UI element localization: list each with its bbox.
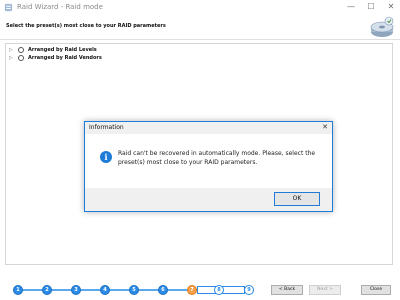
disk-logo-icon [370, 16, 394, 37]
dialog-close-button[interactable]: ✕ [320, 123, 330, 132]
dialog-message: Raid can't be recovered in automatically… [118, 150, 316, 166]
info-icon: i [100, 151, 112, 163]
step-1: 1 [13, 285, 23, 295]
dialog-body: i Raid can't be recovered in automatical… [85, 134, 332, 188]
raid-wizard-window: Raid Wizard - Raid mode — ☐ ✕ Select the… [0, 0, 400, 300]
step-3: 3 [71, 285, 81, 295]
step-9: 9 [244, 285, 254, 295]
expand-arrow-icon[interactable]: ▷ [9, 55, 13, 61]
step-2: 2 [42, 285, 52, 295]
close-window-button[interactable]: ✕ [383, 0, 399, 14]
minimize-button[interactable]: — [343, 0, 359, 14]
maximize-button[interactable]: ☐ [363, 0, 379, 14]
step-5: 5 [129, 285, 139, 295]
window-title: Raid Wizard - Raid mode [17, 3, 103, 11]
radio-button[interactable] [18, 55, 24, 61]
tree-item-raid-vendors[interactable]: ▷ Arranged by Raid Vendors [9, 54, 209, 62]
dialog-title: Information [89, 124, 124, 131]
next-button[interactable]: Next > [309, 285, 341, 295]
tree-item-label: Arranged by Raid Levels [28, 47, 97, 53]
page-instruction: Select the preset(s) most close to your … [6, 23, 166, 29]
expand-arrow-icon[interactable]: ▷ [9, 47, 13, 53]
step-7-current: 7 [187, 285, 197, 295]
ok-button[interactable]: OK [274, 192, 320, 206]
step-8: 8 [214, 285, 224, 295]
title-bar: Raid Wizard - Raid mode — ☐ ✕ [0, 0, 400, 14]
back-button[interactable]: < Back [271, 285, 303, 295]
step-4: 4 [100, 285, 110, 295]
app-icon [4, 3, 13, 12]
tree-item-raid-levels[interactable]: ▷ Arranged by Raid Levels [9, 46, 209, 54]
information-dialog: Information ✕ i Raid can't be recovered … [84, 121, 333, 212]
step-6: 6 [158, 285, 168, 295]
tree-item-label: Arranged by Raid Vendors [28, 55, 102, 61]
close-button[interactable]: Close [361, 285, 391, 295]
radio-button[interactable] [18, 47, 24, 53]
wizard-header: Select the preset(s) most close to your … [0, 14, 400, 40]
